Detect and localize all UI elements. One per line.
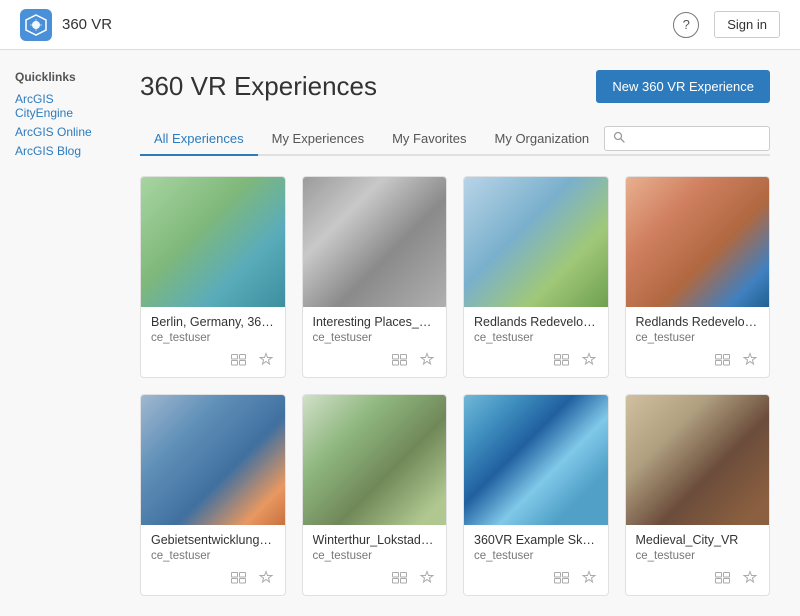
card-actions xyxy=(474,568,598,589)
card-info: 360VR Example Skybridge... ce_testuser xyxy=(464,525,608,595)
card-info: Redlands Redevelopment ce_testuser xyxy=(626,307,770,377)
card-name: 360VR Example Skybridge... xyxy=(474,533,598,547)
card-favorite-button[interactable] xyxy=(741,350,759,371)
card-thumbnail-toggle[interactable] xyxy=(713,569,733,589)
card-user: ce_testuser xyxy=(474,550,598,562)
main-content: 360 VR Experiences New 360 VR Experience… xyxy=(110,50,800,616)
card-user: ce_testuser xyxy=(151,550,275,562)
card-info: Gebietsentwicklung_Man... ce_testuser xyxy=(141,525,285,595)
tab-my-favorites[interactable]: My Favorites xyxy=(378,123,480,156)
card-actions xyxy=(151,350,275,371)
card-favorite-button[interactable] xyxy=(257,568,275,589)
card-thumbnail-toggle[interactable] xyxy=(229,569,249,589)
search-input[interactable] xyxy=(631,131,761,146)
experience-card[interactable]: Redlands Redevelopment ce_testuser xyxy=(625,176,771,378)
app-layout: Quicklinks ArcGIS CityEngine ArcGIS Onli… xyxy=(0,50,800,616)
tab-my-experiences[interactable]: My Experiences xyxy=(258,123,378,156)
card-thumbnail-toggle[interactable] xyxy=(229,351,249,371)
card-name: Medieval_City_VR xyxy=(636,533,760,547)
experiences-grid: Berlin, Germany, 360 VR E... ce_testuser xyxy=(140,176,770,596)
card-favorite-button[interactable] xyxy=(257,350,275,371)
tab-my-organization[interactable]: My Organization xyxy=(481,123,604,156)
tab-list: All Experiences My Experiences My Favori… xyxy=(140,123,603,154)
card-thumbnail xyxy=(626,395,770,525)
card-name: Redlands Redevelopment ... xyxy=(474,315,598,329)
card-favorite-button[interactable] xyxy=(580,568,598,589)
card-actions xyxy=(151,568,275,589)
card-thumbnail-toggle[interactable] xyxy=(390,351,410,371)
card-thumbnail xyxy=(464,177,608,307)
card-info: Berlin, Germany, 360 VR E... ce_testuser xyxy=(141,307,285,377)
card-favorite-button[interactable] xyxy=(741,568,759,589)
card-thumbnail-toggle[interactable] xyxy=(390,569,410,589)
sidebar-link-blog[interactable]: ArcGIS Blog xyxy=(15,144,95,158)
card-info: Interesting Places_360VR.js ce_testuser xyxy=(303,307,447,377)
card-thumbnail-toggle[interactable] xyxy=(552,569,572,589)
help-button[interactable]: ? xyxy=(673,12,699,38)
card-info: Redlands Redevelopment ... ce_testuser xyxy=(464,307,608,377)
app-header: 360 VR ? Sign in xyxy=(0,0,800,50)
card-info: Winterthur_Lokstadt_v1 c... ce_testuser xyxy=(303,525,447,595)
card-name: Interesting Places_360VR.js xyxy=(313,315,437,329)
card-info: Medieval_City_VR ce_testuser xyxy=(626,525,770,595)
sidebar-link-online[interactable]: ArcGIS Online xyxy=(15,125,95,139)
card-thumbnail-toggle[interactable] xyxy=(713,351,733,371)
card-favorite-button[interactable] xyxy=(418,568,436,589)
experience-card[interactable]: Berlin, Germany, 360 VR E... ce_testuser xyxy=(140,176,286,378)
card-actions xyxy=(636,568,760,589)
card-name: Redlands Redevelopment xyxy=(636,315,760,329)
card-thumbnail xyxy=(464,395,608,525)
sidebar-link-cityengine[interactable]: ArcGIS CityEngine xyxy=(15,92,95,120)
card-thumbnail xyxy=(141,177,285,307)
card-user: ce_testuser xyxy=(313,332,437,344)
card-name: Gebietsentwicklung_Man... xyxy=(151,533,275,547)
card-thumbnail xyxy=(626,177,770,307)
search-box xyxy=(604,126,770,151)
header-right: ? Sign in xyxy=(673,11,780,38)
card-favorite-button[interactable] xyxy=(580,350,598,371)
experience-card[interactable]: Redlands Redevelopment ... ce_testuser xyxy=(463,176,609,378)
card-user: ce_testuser xyxy=(636,332,760,344)
app-title: 360 VR xyxy=(62,16,112,33)
experience-card[interactable]: Winterthur_Lokstadt_v1 c... ce_testuser xyxy=(302,394,448,596)
header-left: 360 VR xyxy=(20,9,112,41)
new-experience-button[interactable]: New 360 VR Experience xyxy=(596,70,770,103)
card-actions xyxy=(474,350,598,371)
card-actions xyxy=(313,350,437,371)
experience-card[interactable]: 360VR Example Skybridge... ce_testuser xyxy=(463,394,609,596)
app-logo xyxy=(20,9,52,41)
card-actions xyxy=(313,568,437,589)
card-favorite-button[interactable] xyxy=(418,350,436,371)
card-user: ce_testuser xyxy=(313,550,437,562)
experience-card[interactable]: Interesting Places_360VR.js ce_testuser xyxy=(302,176,448,378)
search-icon xyxy=(613,131,625,146)
page-header: 360 VR Experiences New 360 VR Experience xyxy=(140,70,770,103)
card-user: ce_testuser xyxy=(636,550,760,562)
page-title: 360 VR Experiences xyxy=(140,71,377,102)
experience-card[interactable]: Medieval_City_VR ce_testuser xyxy=(625,394,771,596)
tabs-row: All Experiences My Experiences My Favori… xyxy=(140,123,770,156)
card-name: Winterthur_Lokstadt_v1 c... xyxy=(313,533,437,547)
experience-card[interactable]: Gebietsentwicklung_Man... ce_testuser xyxy=(140,394,286,596)
card-thumbnail xyxy=(141,395,285,525)
sidebar: Quicklinks ArcGIS CityEngine ArcGIS Onli… xyxy=(0,50,110,616)
signin-button[interactable]: Sign in xyxy=(714,11,780,38)
card-user: ce_testuser xyxy=(151,332,275,344)
card-actions xyxy=(636,350,760,371)
quicklinks-label: Quicklinks xyxy=(15,70,95,84)
card-user: ce_testuser xyxy=(474,332,598,344)
card-thumbnail xyxy=(303,395,447,525)
card-thumbnail-toggle[interactable] xyxy=(552,351,572,371)
card-name: Berlin, Germany, 360 VR E... xyxy=(151,315,275,329)
tab-all-experiences[interactable]: All Experiences xyxy=(140,123,258,156)
card-thumbnail xyxy=(303,177,447,307)
